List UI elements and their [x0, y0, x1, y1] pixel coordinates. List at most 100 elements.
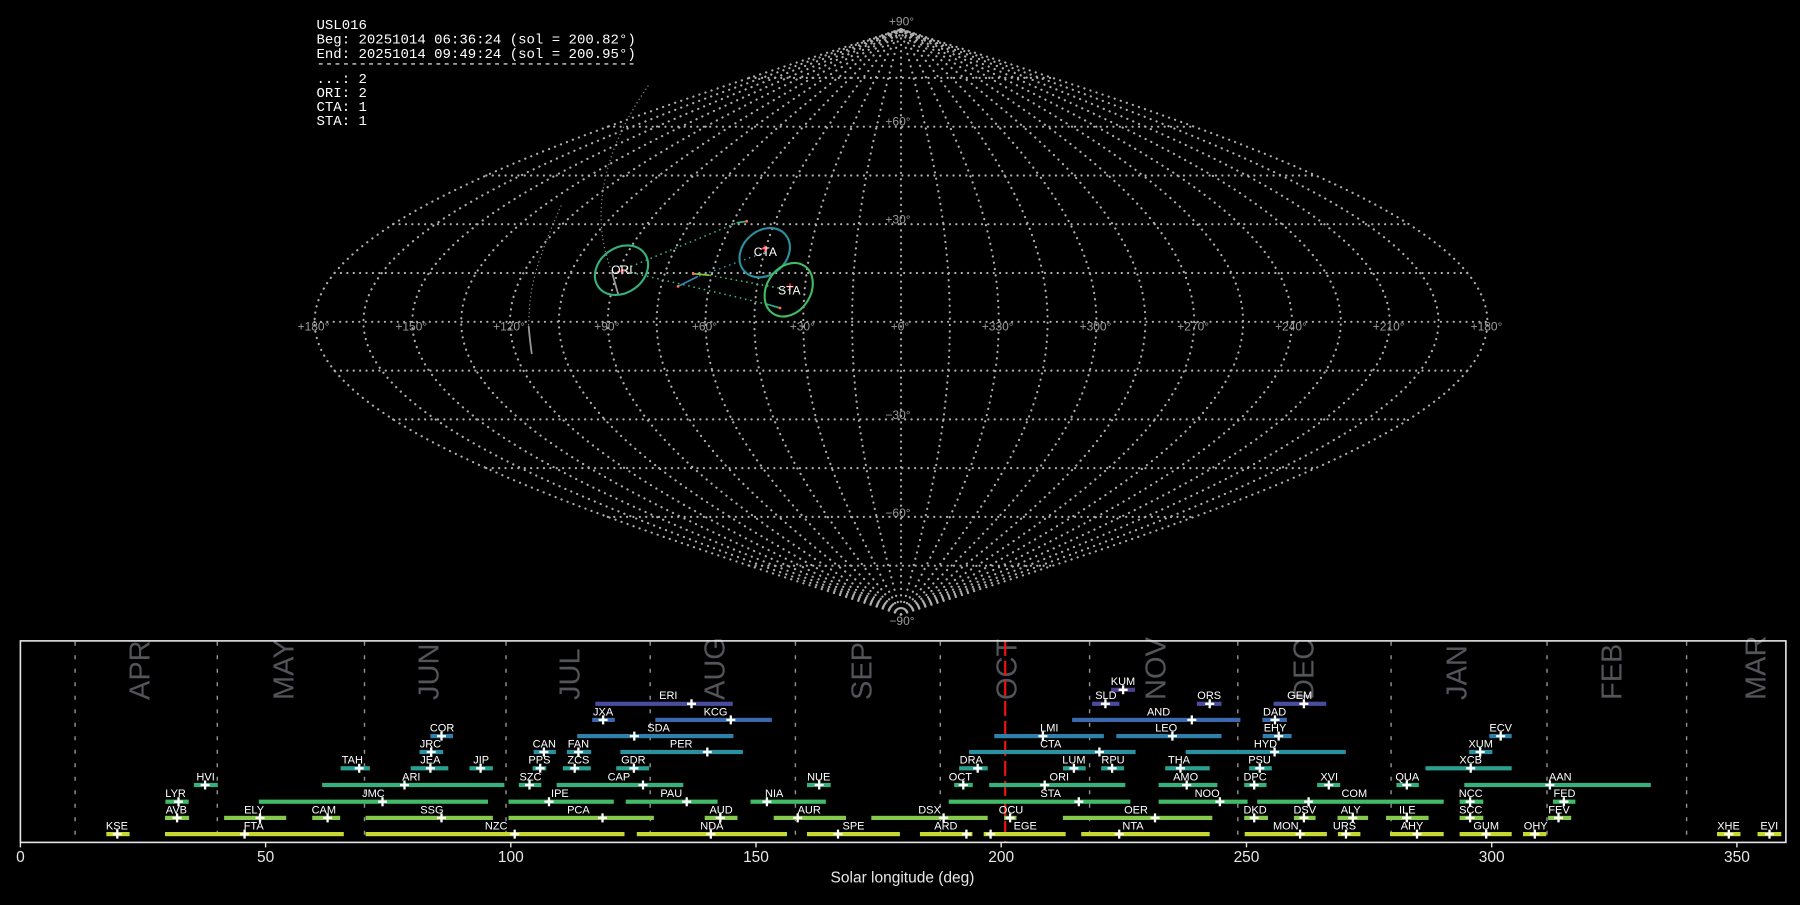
- svg-text:AVB: AVB: [166, 804, 187, 816]
- svg-text:NDA: NDA: [700, 821, 724, 833]
- svg-text:MAR: MAR: [1741, 636, 1773, 700]
- svg-text:ARI: ARI: [402, 771, 420, 783]
- svg-text:Solar longitude (deg): Solar longitude (deg): [831, 869, 975, 886]
- svg-text:APR: APR: [125, 640, 157, 700]
- svg-text:+60°: +60°: [885, 115, 910, 129]
- svg-text:AUD: AUD: [709, 804, 732, 816]
- svg-text:MAY: MAY: [269, 639, 301, 700]
- svg-text:STA: 1: STA: 1: [317, 114, 367, 130]
- svg-text:+90°: +90°: [594, 320, 619, 334]
- svg-text:OER: OER: [1124, 804, 1148, 816]
- svg-text:QUA: QUA: [1395, 771, 1420, 783]
- svg-text:KUM: KUM: [1111, 676, 1135, 688]
- svg-text:CAP: CAP: [608, 771, 631, 783]
- svg-text:NUE: NUE: [807, 771, 830, 783]
- svg-text:CAM: CAM: [312, 804, 336, 816]
- svg-text:URS: URS: [1333, 821, 1356, 833]
- svg-text:SCC: SCC: [1459, 804, 1482, 816]
- svg-text:FAN: FAN: [568, 738, 589, 750]
- svg-text:SSG: SSG: [420, 804, 443, 816]
- svg-text:GUM: GUM: [1473, 821, 1499, 833]
- svg-text:SPE: SPE: [842, 821, 864, 833]
- svg-text:AUG: AUG: [700, 637, 732, 700]
- svg-text:−60°: −60°: [885, 506, 910, 520]
- svg-text:DRA: DRA: [960, 755, 984, 767]
- svg-text:MON: MON: [1273, 821, 1299, 833]
- svg-text:+240°: +240°: [1275, 320, 1307, 334]
- svg-text:NIA: NIA: [765, 788, 784, 800]
- svg-text:JEA: JEA: [420, 755, 441, 767]
- svg-text:150: 150: [743, 849, 769, 866]
- svg-text:EGE: EGE: [1014, 821, 1037, 833]
- svg-text:EVI: EVI: [1760, 821, 1778, 833]
- svg-text:+30°: +30°: [790, 320, 815, 334]
- svg-text:SEP: SEP: [847, 642, 879, 700]
- svg-text:+270°: +270°: [1177, 320, 1209, 334]
- svg-text:LUM: LUM: [1062, 755, 1085, 767]
- svg-text:ALY: ALY: [1341, 804, 1362, 816]
- svg-text:ORI: ORI: [611, 263, 632, 277]
- svg-text:PSU: PSU: [1248, 755, 1271, 767]
- svg-text:PCA: PCA: [567, 804, 590, 816]
- svg-text:XUM: XUM: [1468, 738, 1492, 750]
- svg-text:ORS: ORS: [1197, 690, 1221, 702]
- svg-text:DPC: DPC: [1243, 771, 1266, 783]
- svg-text:+90°: +90°: [889, 15, 914, 29]
- svg-text:OCT: OCT: [949, 771, 973, 783]
- svg-text:+330°: +330°: [982, 320, 1014, 334]
- svg-text:JUN: JUN: [414, 644, 446, 700]
- svg-text:AAN: AAN: [1549, 771, 1572, 783]
- svg-text:200: 200: [988, 849, 1014, 866]
- svg-text:COM: COM: [1341, 788, 1367, 800]
- svg-text:JRC: JRC: [420, 738, 441, 750]
- svg-text:OCT: OCT: [992, 639, 1024, 701]
- svg-text:PER: PER: [670, 738, 693, 750]
- svg-text:+180°: +180°: [1471, 320, 1503, 334]
- svg-text:EHY: EHY: [1264, 723, 1287, 735]
- svg-text:PPS: PPS: [528, 755, 550, 767]
- svg-text:JAN: JAN: [1442, 645, 1474, 700]
- svg-text:GEM: GEM: [1287, 690, 1312, 702]
- svg-text:+0°: +0°: [891, 320, 910, 334]
- svg-text:ARD: ARD: [934, 821, 957, 833]
- svg-text:+120°: +120°: [493, 320, 525, 334]
- svg-text:250: 250: [1234, 849, 1260, 866]
- svg-text:IPE: IPE: [551, 788, 569, 800]
- svg-text:CTA: CTA: [1040, 738, 1062, 750]
- svg-text:OCU: OCU: [999, 804, 1024, 816]
- svg-text:−90°: −90°: [889, 614, 914, 628]
- svg-text:AND: AND: [1147, 706, 1170, 718]
- svg-text:SDA: SDA: [647, 723, 670, 735]
- svg-text:LEO: LEO: [1155, 723, 1177, 735]
- svg-text:DSV: DSV: [1293, 804, 1316, 816]
- svg-text:XCB: XCB: [1459, 755, 1482, 767]
- svg-text:JMC: JMC: [362, 788, 385, 800]
- svg-text:JUL: JUL: [555, 648, 587, 700]
- svg-text:XHE: XHE: [1717, 821, 1740, 833]
- svg-text:HVI: HVI: [196, 771, 214, 783]
- svg-text:+180°: +180°: [298, 320, 330, 334]
- svg-text:LMI: LMI: [1040, 723, 1058, 735]
- svg-text:CAN: CAN: [533, 738, 556, 750]
- svg-text:NCC: NCC: [1459, 788, 1483, 800]
- svg-text:JXA: JXA: [593, 706, 614, 718]
- svg-text:FEV: FEV: [1548, 804, 1570, 816]
- svg-text:+300°: +300°: [1080, 320, 1112, 334]
- svg-text:CTA: CTA: [754, 245, 777, 259]
- svg-text:FED: FED: [1554, 788, 1576, 800]
- svg-text:DSX: DSX: [918, 804, 941, 816]
- svg-text:AMO: AMO: [1173, 771, 1199, 783]
- svg-text:TAH: TAH: [342, 755, 363, 767]
- svg-text:+60°: +60°: [692, 320, 717, 334]
- svg-text:ELY: ELY: [244, 804, 265, 816]
- svg-text:AUR: AUR: [798, 804, 821, 816]
- svg-text:------------------------------: --------------------------------------: [317, 57, 636, 73]
- svg-text:350: 350: [1724, 849, 1750, 866]
- svg-text:+150°: +150°: [395, 320, 427, 334]
- svg-text:ZCS: ZCS: [567, 755, 589, 767]
- svg-text:NTA: NTA: [1122, 821, 1144, 833]
- svg-text:RPU: RPU: [1101, 755, 1124, 767]
- svg-text:300: 300: [1479, 849, 1505, 866]
- svg-text:AHY: AHY: [1401, 821, 1424, 833]
- svg-text:ORI: ORI: [1050, 771, 1070, 783]
